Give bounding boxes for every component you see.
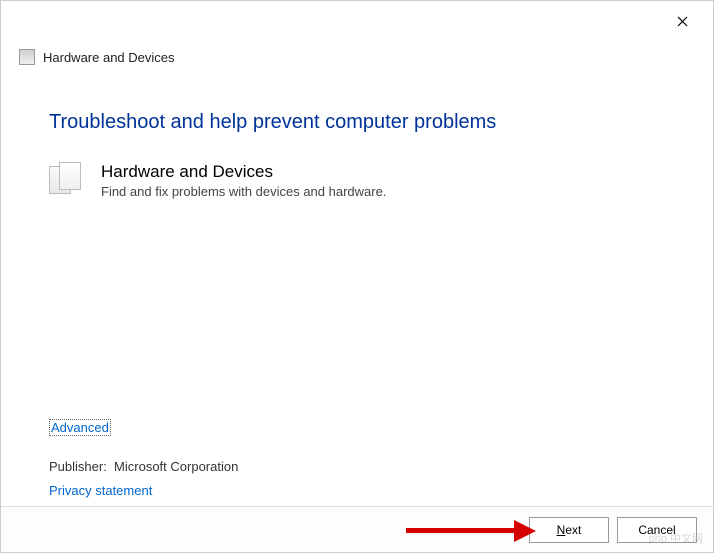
hardware-icon xyxy=(49,162,85,202)
item-text: Hardware and Devices Find and fix proble… xyxy=(101,162,665,199)
content-area: Troubleshoot and help prevent computer p… xyxy=(1,79,713,202)
publisher-value: Microsoft Corporation xyxy=(114,459,238,474)
troubleshooter-icon xyxy=(19,49,35,65)
header-row: Hardware and Devices xyxy=(1,41,713,79)
footer-bar: Next Cancel xyxy=(1,506,713,552)
close-icon xyxy=(677,16,688,27)
titlebar xyxy=(1,1,713,41)
troubleshooter-item: Hardware and Devices Find and fix proble… xyxy=(49,162,665,202)
advanced-row: Advanced xyxy=(49,419,111,437)
cancel-button[interactable]: Cancel xyxy=(617,517,697,543)
publisher-row: Publisher: Microsoft Corporation xyxy=(49,459,238,474)
window-title: Hardware and Devices xyxy=(43,50,175,65)
item-title: Hardware and Devices xyxy=(101,162,665,182)
advanced-link[interactable]: Advanced xyxy=(49,419,111,436)
publisher-label: Publisher: xyxy=(49,459,107,474)
privacy-link[interactable]: Privacy statement xyxy=(49,483,152,498)
page-heading: Troubleshoot and help prevent computer p… xyxy=(49,111,665,134)
close-button[interactable] xyxy=(660,6,705,36)
item-description: Find and fix problems with devices and h… xyxy=(101,184,665,199)
next-button[interactable]: Next xyxy=(529,517,609,543)
arrow-annotation xyxy=(406,518,541,542)
